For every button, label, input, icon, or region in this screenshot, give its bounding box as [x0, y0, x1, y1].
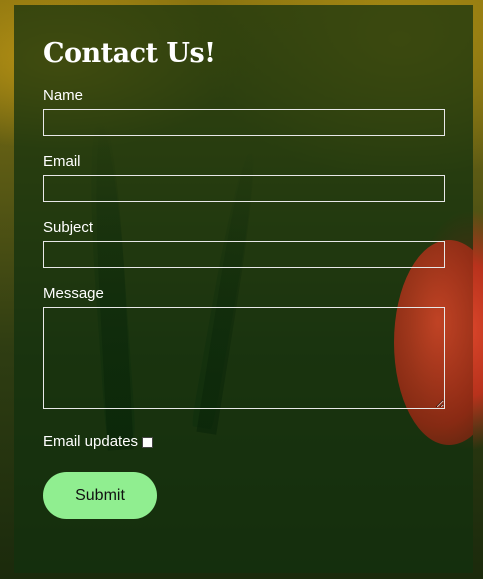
name-input[interactable] — [43, 109, 445, 136]
subject-field-group: Subject — [43, 219, 445, 268]
email-updates-checkbox[interactable] — [142, 436, 154, 448]
subject-label: Subject — [43, 219, 94, 236]
subject-input[interactable] — [43, 241, 445, 268]
name-label: Name — [43, 87, 84, 104]
contact-form-panel: Contact Us! Name Email Subject Message E… — [14, 5, 473, 573]
name-field-group: Name — [43, 87, 445, 136]
email-label: Email — [43, 153, 81, 170]
message-textarea[interactable] — [43, 307, 445, 409]
page-title: Contact Us! — [43, 38, 216, 69]
message-label: Message — [43, 285, 104, 302]
email-input[interactable] — [43, 175, 445, 202]
email-updates-label: Email updates — [43, 433, 139, 450]
message-field-group: Message — [43, 285, 445, 409]
submit-button[interactable]: Submit — [43, 472, 157, 519]
email-updates-row: Email updates — [43, 433, 445, 451]
email-field-group: Email — [43, 153, 445, 202]
